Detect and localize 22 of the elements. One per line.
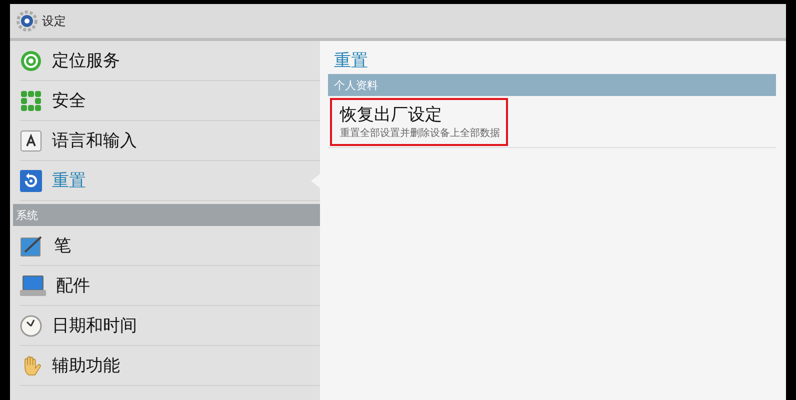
grid-icon: [20, 90, 42, 112]
keyboard-key-icon: [20, 130, 42, 152]
gear-icon: [16, 10, 38, 32]
location-icon: [20, 50, 42, 72]
sidebar-item[interactable]: 配件: [20, 266, 320, 306]
sidebar-item[interactable]: 辅助功能: [20, 346, 320, 386]
highlight-frame[interactable]: 恢复出厂设定 重置全部设置并删除设备上全部数据: [330, 98, 508, 146]
item-summary: 重置全部设置并删除设备上全部数据: [340, 126, 500, 140]
window-title: 设定: [42, 12, 66, 30]
item-title: 恢复出厂设定: [340, 104, 443, 126]
section-header: 系统: [16, 208, 38, 222]
laptop-icon: [20, 274, 46, 296]
sidebar-item[interactable]: 笔: [20, 226, 320, 266]
sidebar-item[interactable]: 语言和输入: [20, 121, 320, 161]
page-title: 重置: [334, 50, 368, 72]
sidebar-item[interactable]: 定位服务: [20, 41, 320, 81]
sidebar-item[interactable]: 安全: [20, 81, 320, 121]
sidebar-item[interactable]: 日期和时间: [20, 306, 320, 346]
clock-icon: [20, 314, 42, 336]
reset-icon: [20, 170, 42, 192]
category-header: 个人资料: [328, 74, 776, 96]
pen-icon: [20, 234, 44, 256]
